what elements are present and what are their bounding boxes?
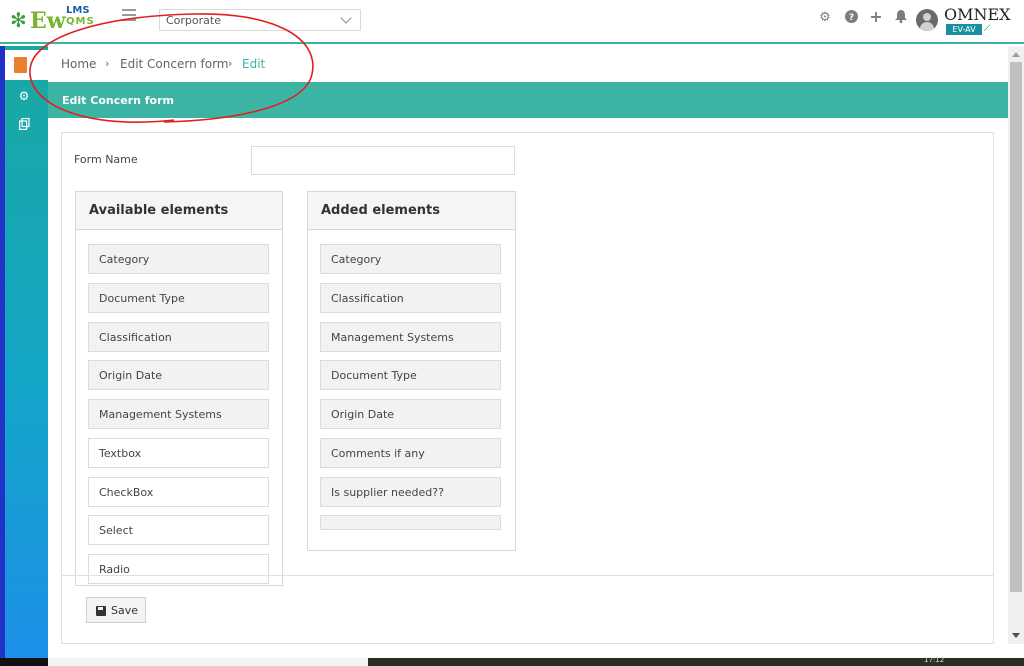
section-header: Edit Concern form	[48, 82, 1008, 118]
top-bar: ✻ Ew LMS QMS Corporate ⚙ ? + OMNEX EV-AV…	[0, 0, 1024, 44]
organization-select[interactable]: Corporate	[159, 9, 361, 31]
organization-select-value: Corporate	[166, 14, 221, 27]
sidebar-item-forms[interactable]	[5, 50, 48, 80]
bell-icon[interactable]	[893, 10, 909, 26]
breadcrumb-separator: ›	[105, 57, 110, 70]
save-button-label: Save	[111, 604, 139, 617]
floppy-disk-icon	[96, 606, 106, 616]
available-element-item[interactable]: Management Systems	[88, 399, 269, 429]
available-elements-title: Available elements	[89, 203, 229, 218]
breadcrumb-separator: ›	[228, 57, 233, 70]
taskbar-segment	[48, 658, 368, 666]
added-elements-panel: Added elements Category Classification M…	[307, 191, 516, 551]
available-element-item[interactable]: Select	[88, 515, 269, 545]
scroll-up-arrow-icon[interactable]	[1012, 52, 1020, 57]
available-elements-header: Available elements	[76, 192, 282, 230]
chevron-down-icon	[340, 12, 352, 24]
added-element-item[interactable]: Origin Date	[320, 399, 501, 429]
card-footer-divider	[62, 575, 993, 576]
form-name-label: Form Name	[74, 153, 138, 166]
brand-logo: OMNEX EV-AV ⟋	[944, 5, 1011, 36]
breadcrumb-current: Edit	[242, 57, 266, 71]
logo-sub-text: QMS	[66, 16, 95, 27]
added-element-item[interactable]: Is supplier needed??	[320, 477, 501, 507]
user-avatar-icon[interactable]	[916, 9, 938, 31]
added-elements-header: Added elements	[308, 192, 515, 230]
available-element-item[interactable]: Textbox	[88, 438, 269, 468]
brand-name: OMNEX	[944, 5, 1011, 24]
breadcrumb: Home › Edit Concern form › Edit	[48, 46, 1008, 80]
added-element-item[interactable]: Classification	[320, 283, 501, 313]
breadcrumb-home[interactable]: Home	[61, 57, 96, 71]
svg-text:?: ?	[848, 13, 853, 23]
logo-sup-text: LMS	[66, 5, 90, 16]
settings-cogs-icon[interactable]: ⚙	[16, 88, 32, 104]
scrollbar-thumb[interactable]	[1010, 62, 1022, 592]
added-element-item[interactable]: Comments if any	[320, 438, 501, 468]
app-window: ✻ Ew LMS QMS Corporate ⚙ ? + OMNEX EV-AV…	[0, 0, 1024, 666]
added-element-item[interactable]: Document Type	[320, 360, 501, 390]
gear-icon[interactable]: ⚙	[817, 10, 833, 26]
vertical-scrollbar[interactable]	[1008, 46, 1024, 644]
copy-icon[interactable]	[16, 117, 32, 134]
added-element-item[interactable]: Category	[320, 244, 501, 274]
available-element-item[interactable]: Classification	[88, 322, 269, 352]
plus-icon[interactable]: +	[868, 9, 884, 25]
app-logo[interactable]: ✻ Ew LMS QMS	[10, 6, 100, 36]
available-element-item[interactable]: CheckBox	[88, 477, 269, 507]
help-icon[interactable]: ?	[843, 10, 859, 26]
taskbar-clock: 17:12	[924, 656, 945, 664]
brand-tag: EV-AV	[946, 24, 982, 35]
available-element-item[interactable]: Origin Date	[88, 360, 269, 390]
form-document-icon	[14, 57, 27, 73]
save-button[interactable]: Save	[86, 597, 146, 623]
available-elements-panel: Available elements Category Document Typ…	[75, 191, 283, 586]
breadcrumb-edit-concern-form[interactable]: Edit Concern form	[120, 57, 228, 71]
available-element-item[interactable]: Category	[88, 244, 269, 274]
scroll-down-arrow-icon[interactable]	[1012, 633, 1020, 638]
added-element-placeholder[interactable]	[320, 515, 501, 530]
available-element-item[interactable]: Document Type	[88, 283, 269, 313]
added-element-item[interactable]: Management Systems	[320, 322, 501, 352]
sidebar: ⚙	[0, 46, 48, 660]
logo-flower-icon: ✻	[10, 8, 27, 32]
sidebar-edge	[0, 46, 5, 660]
menu-hamburger-icon[interactable]	[122, 9, 136, 21]
available-element-item[interactable]: Radio	[88, 554, 269, 584]
added-elements-title: Added elements	[321, 203, 440, 218]
brand-mark-icon: ⟋	[984, 24, 991, 34]
taskbar-strip: 17:12	[0, 656, 1024, 666]
section-title: Edit Concern form	[62, 94, 175, 107]
form-name-input[interactable]	[251, 146, 515, 175]
logo-text: Ew	[30, 8, 66, 34]
